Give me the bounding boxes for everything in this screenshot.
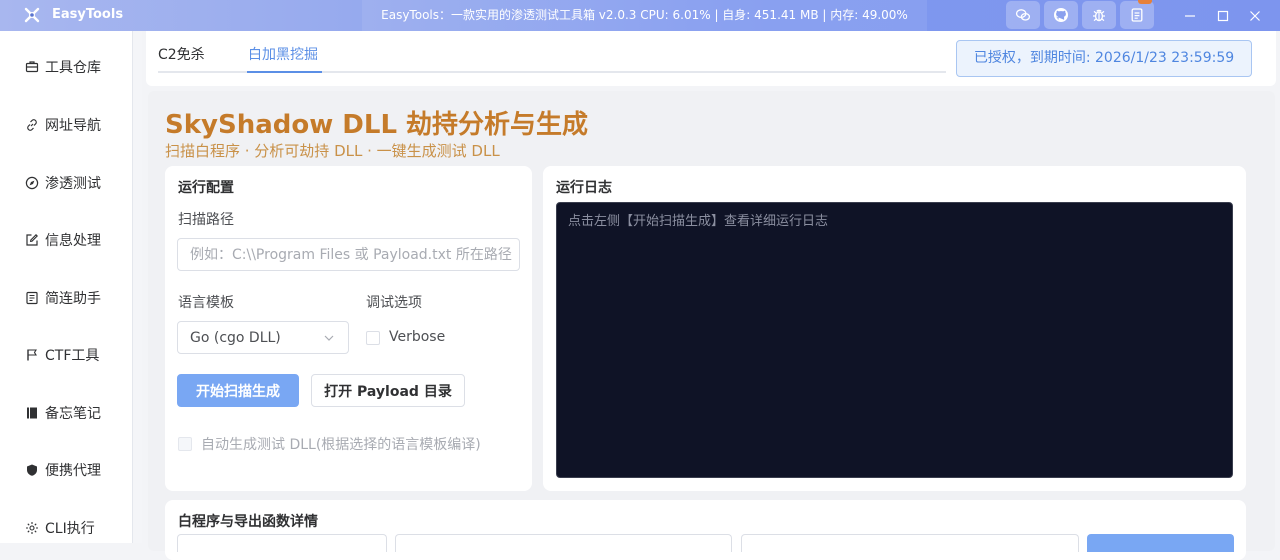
filter-input[interactable]: [177, 534, 387, 552]
start-scan-button[interactable]: 开始扫描生成: [177, 374, 299, 407]
github-button[interactable]: [1044, 1, 1078, 29]
lang-template-label: 语言模板: [178, 295, 234, 311]
details-title: 白程序与导出函数详情: [178, 514, 318, 530]
sidebar-item-label: 渗透测试: [45, 176, 101, 192]
sun-icon: [25, 521, 39, 535]
wechat-icon: [1015, 9, 1031, 21]
active-tab-indicator: [247, 71, 322, 73]
minimize-button[interactable]: [1175, 0, 1205, 31]
run-config-card: 运行配置 扫描路径 语言模板 Go (cgo DLL) 调试选项 Verbose…: [165, 166, 532, 491]
maximize-button[interactable]: [1208, 0, 1238, 31]
sidebar-item-label: 备忘笔记: [45, 406, 101, 422]
flag-icon: [25, 348, 39, 362]
sidebar-item-portable-proxy[interactable]: 便携代理: [0, 455, 133, 485]
sidebar-item-url-nav[interactable]: 网址导航: [0, 110, 133, 140]
app-name: EasyTools: [52, 7, 124, 22]
sidebar-item-assistant[interactable]: 简连助手: [0, 283, 133, 313]
sidebar-scrollbar[interactable]: [133, 31, 142, 543]
sidebar: 工具仓库 网址导航 渗透测试 信息处理 简连助手 CTF工具 备忘笔记 便携代理…: [0, 31, 133, 543]
auto-generate-checkbox[interactable]: [178, 437, 192, 451]
sidebar-item-label: CLI执行: [45, 521, 95, 537]
license-badge: 已授权，到期时间: 2026/1/23 23:59:59: [956, 40, 1252, 77]
path-filter-input[interactable]: [741, 534, 1079, 552]
document-icon: [1131, 8, 1143, 22]
notebook-icon: [25, 291, 39, 305]
scan-path-label: 扫描路径: [178, 212, 234, 228]
scan-path-input[interactable]: [177, 238, 520, 271]
compass-icon: [25, 176, 39, 190]
sidebar-item-cli-exec[interactable]: CLI执行: [0, 513, 133, 543]
sidebar-item-label: 便携代理: [45, 463, 101, 479]
link-icon: [25, 118, 39, 132]
sidebar-item-pentest[interactable]: 渗透测试: [0, 168, 133, 198]
verbose-label: Verbose: [389, 329, 446, 345]
sidebar-item-label: CTF工具: [45, 348, 100, 364]
system-status: EasyTools：一款实用的渗透测试工具箱 v2.0.3 CPU: 6.01%…: [362, 0, 927, 31]
program-filter-input[interactable]: [395, 534, 732, 552]
briefcase-icon: [25, 60, 39, 74]
sidebar-item-info-processing[interactable]: 信息处理: [0, 225, 133, 255]
chevron-down-icon: [324, 335, 334, 341]
log-placeholder: 点击左侧【开始扫描生成】查看详细运行日志: [568, 214, 829, 229]
bug-icon: [1093, 9, 1105, 22]
open-payload-dir-button[interactable]: 打开 Payload 目录: [311, 374, 465, 407]
maximize-icon: [1217, 10, 1229, 21]
notification-badge: [1138, 0, 1152, 4]
minimize-icon: [1185, 14, 1195, 17]
details-action-button[interactable]: [1087, 534, 1234, 552]
sidebar-item-memo-notes[interactable]: 备忘笔记: [0, 398, 133, 428]
bug-report-button[interactable]: [1082, 1, 1116, 29]
sidebar-item-label: 网址导航: [45, 118, 101, 134]
sidebar-item-label: 简连助手: [45, 291, 101, 307]
notes-button[interactable]: [1120, 0, 1154, 29]
edit-icon: [25, 233, 39, 247]
close-button[interactable]: [1240, 0, 1270, 31]
run-log-card: 运行日志 点击左侧【开始扫描生成】查看详细运行日志: [543, 166, 1246, 491]
tab-whitelist-hijack[interactable]: 白加黑挖掘: [248, 44, 318, 64]
sidebar-item-label: 信息处理: [45, 233, 101, 249]
sidebar-item-ctf-tools[interactable]: CTF工具: [0, 340, 133, 370]
github-icon: [1054, 8, 1068, 22]
lang-template-value: Go (cgo DLL): [190, 329, 281, 346]
lang-template-select[interactable]: Go (cgo DLL): [177, 321, 349, 354]
page-title: SkyShadow DLL 劫持分析与生成: [165, 110, 589, 140]
verbose-checkbox[interactable]: [366, 331, 380, 345]
auto-generate-label: 自动生成测试 DLL(根据选择的语言模板编译): [201, 437, 481, 453]
shield-icon: [25, 463, 39, 477]
log-console[interactable]: 点击左侧【开始扫描生成】查看详细运行日志: [556, 202, 1233, 478]
details-card: 白程序与导出函数详情: [165, 500, 1246, 560]
memo-icon: [25, 406, 39, 420]
sidebar-item-label: 工具仓库: [45, 60, 101, 76]
wechat-button[interactable]: [1006, 1, 1040, 29]
sidebar-item-tool-repo[interactable]: 工具仓库: [0, 52, 133, 82]
run-log-title: 运行日志: [556, 180, 612, 196]
main-panel: SkyShadow DLL 劫持分析与生成 扫描白程序 · 分析可劫持 DLL …: [148, 91, 1275, 560]
debug-options-label: 调试选项: [366, 295, 422, 311]
title-bar[interactable]: EasyTools EasyTools：一款实用的渗透测试工具箱 v2.0.3 …: [0, 0, 1280, 31]
close-icon: [1250, 10, 1260, 21]
run-config-title: 运行配置: [178, 180, 234, 196]
tab-c2-evasion[interactable]: C2免杀: [158, 44, 205, 64]
page-subtitle: 扫描白程序 · 分析可劫持 DLL · 一键生成测试 DLL: [165, 142, 500, 160]
app-logo-icon: [23, 6, 41, 24]
tab-card: C2免杀 白加黑挖掘 已授权，到期时间: 2026/1/23 23:59:59: [146, 31, 1276, 86]
